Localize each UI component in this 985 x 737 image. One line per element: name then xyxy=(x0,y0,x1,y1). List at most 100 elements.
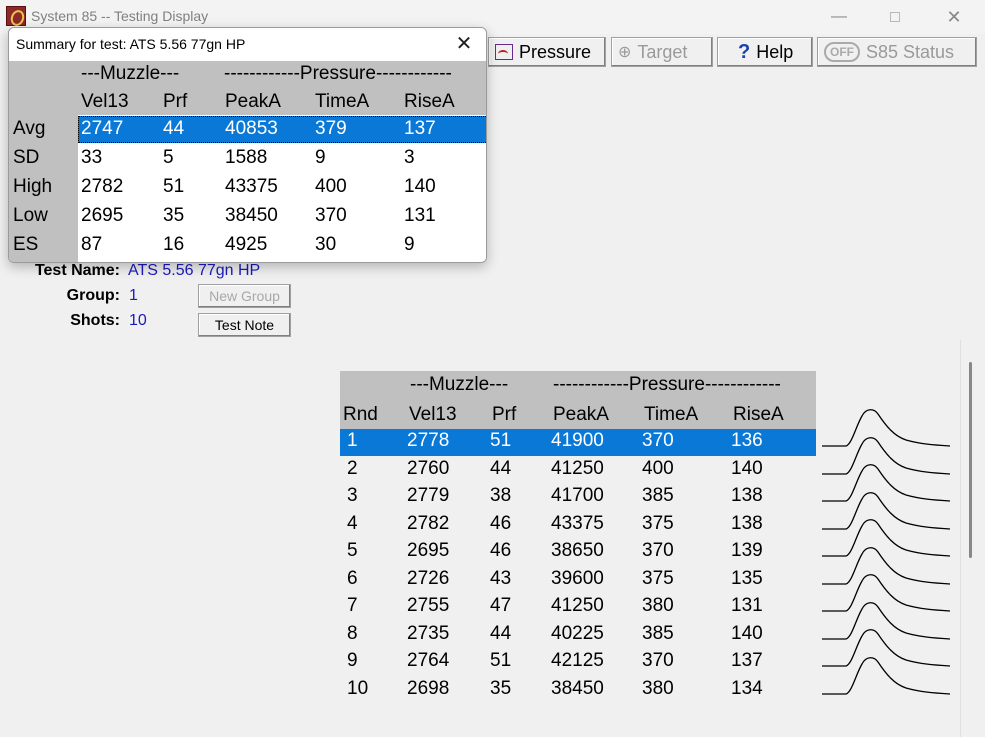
summary-cell: 379 xyxy=(315,118,347,139)
round-number: 8 xyxy=(347,622,358,644)
summary-cell: 370 xyxy=(315,205,347,226)
rounds-column-header[interactable]: Rnd xyxy=(343,404,378,426)
summary-row-label: ES xyxy=(13,234,39,255)
round-cell: 41250 xyxy=(551,457,604,479)
rounds-group-pressure: ------------Pressure------------ xyxy=(553,374,781,395)
close-button[interactable]: ✕ xyxy=(931,0,977,34)
rounds-column-header[interactable]: RiseA xyxy=(733,404,784,426)
round-cell: 2726 xyxy=(407,567,450,589)
summary-row-label: Avg xyxy=(13,118,46,139)
test-name-value: ATS 5.56 77gn HP xyxy=(128,262,261,279)
round-cell: 41900 xyxy=(551,430,604,451)
summary-row-label: High xyxy=(13,176,53,197)
summary-cell: 4925 xyxy=(225,234,268,255)
round-cell: 138 xyxy=(731,485,763,506)
summary-group-pressure: ------------Pressure------------ xyxy=(224,63,452,84)
app-icon xyxy=(6,6,26,26)
maximize-button[interactable] xyxy=(872,0,918,34)
round-cell: 135 xyxy=(731,567,763,589)
round-cell: 2695 xyxy=(407,540,450,561)
round-cell: 385 xyxy=(642,622,674,644)
summary-cell: 44 xyxy=(163,118,185,139)
round-cell: 380 xyxy=(642,595,674,616)
rounds-column-header[interactable]: Prf xyxy=(492,404,516,426)
summary-dialog-title: Summary for test: ATS 5.56 77gn HP xyxy=(16,36,246,52)
rounds-column-header[interactable]: PeakA xyxy=(553,404,609,426)
round-cell: 51 xyxy=(490,650,512,671)
round-cell: 38450 xyxy=(551,677,604,699)
round-number: 5 xyxy=(347,540,358,561)
summary-cell: 131 xyxy=(404,205,436,226)
test-note-button[interactable]: Test Note xyxy=(198,313,291,337)
round-cell: 2698 xyxy=(407,677,450,699)
round-cell: 2764 xyxy=(407,650,450,671)
summary-cell: 9 xyxy=(404,234,415,255)
round-cell: 400 xyxy=(642,457,674,479)
pressure-graph-icon xyxy=(495,44,513,60)
summary-cell: 400 xyxy=(315,176,347,197)
round-number: 9 xyxy=(347,650,358,671)
round-number: 4 xyxy=(347,512,358,534)
summary-cell: 137 xyxy=(404,118,436,139)
round-cell: 137 xyxy=(731,650,763,671)
round-cell: 41700 xyxy=(551,485,604,506)
testing-display-window: System 85 -- Testing Display — ✕ Pressur… xyxy=(0,0,985,737)
summary-cell: 30 xyxy=(315,234,337,255)
summary-cell: 87 xyxy=(81,234,103,255)
target-button[interactable]: ⊕ Target xyxy=(611,37,713,67)
summary-cell: 35 xyxy=(163,205,185,226)
rounds-group-muzzle: ---Muzzle--- xyxy=(410,374,509,395)
summary-column-header[interactable]: Prf xyxy=(163,91,187,113)
summary-group-muzzle: ---Muzzle--- xyxy=(81,63,180,84)
window-title: System 85 -- Testing Display xyxy=(31,8,209,24)
round-cell: 43 xyxy=(490,567,512,589)
help-button[interactable]: ? Help xyxy=(717,37,813,67)
pressure-button[interactable]: Pressure xyxy=(488,37,606,67)
round-number: 2 xyxy=(347,457,358,479)
summary-grid: ---Muzzle--- ------------Pressure-------… xyxy=(9,61,486,262)
round-cell: 380 xyxy=(642,677,674,699)
round-cell: 47 xyxy=(490,595,512,616)
round-cell: 41250 xyxy=(551,595,604,616)
help-button-label: Help xyxy=(756,41,794,62)
round-cell: 375 xyxy=(642,567,674,589)
summary-close-button[interactable]: ✕ xyxy=(449,31,479,57)
shots-label: Shots: xyxy=(70,312,120,329)
test-name-label: Test Name: xyxy=(34,262,120,279)
rounds-column-header[interactable]: TimeA xyxy=(644,404,698,426)
summary-dialog-titlebar: Summary for test: ATS 5.56 77gn HP ✕ xyxy=(9,28,486,61)
summary-cell: 2747 xyxy=(81,118,124,139)
round-cell: 46 xyxy=(490,540,512,561)
round-cell: 370 xyxy=(642,430,674,451)
round-cell: 140 xyxy=(731,622,763,644)
summary-cell: 140 xyxy=(404,176,436,197)
summary-dialog: Summary for test: ATS 5.56 77gn HP ✕ ---… xyxy=(8,27,487,263)
s85-status-button[interactable]: OFF S85 Status xyxy=(817,37,977,67)
summary-column-header[interactable]: Vel13 xyxy=(81,91,129,113)
pressure-trace xyxy=(822,657,951,695)
summary-cell: 33 xyxy=(81,147,103,168)
round-cell: 43375 xyxy=(551,512,604,534)
round-cell: 2778 xyxy=(407,430,450,451)
round-cell: 35 xyxy=(490,677,512,699)
summary-column-header[interactable]: TimeA xyxy=(315,91,369,113)
round-cell: 2779 xyxy=(407,485,450,506)
scrollbar-thumb[interactable] xyxy=(969,362,972,558)
summary-column-header[interactable]: PeakA xyxy=(225,91,281,113)
round-cell: 39600 xyxy=(551,567,604,589)
round-number: 6 xyxy=(347,567,358,589)
round-number: 1 xyxy=(347,430,358,451)
shots-value: 10 xyxy=(129,312,147,329)
summary-cell: 5 xyxy=(163,147,174,168)
maximize-icon xyxy=(890,11,900,22)
round-cell: 2782 xyxy=(407,512,450,534)
round-cell: 140 xyxy=(731,457,763,479)
round-cell: 40225 xyxy=(551,622,604,644)
summary-column-header[interactable]: RiseA xyxy=(404,91,455,113)
minimize-button[interactable]: — xyxy=(816,0,862,34)
new-group-button[interactable]: New Group xyxy=(198,284,291,308)
target-button-label: Target xyxy=(637,41,688,62)
round-cell: 131 xyxy=(731,595,763,616)
pressure-button-label: Pressure xyxy=(519,41,592,62)
rounds-column-header[interactable]: Vel13 xyxy=(409,404,457,426)
